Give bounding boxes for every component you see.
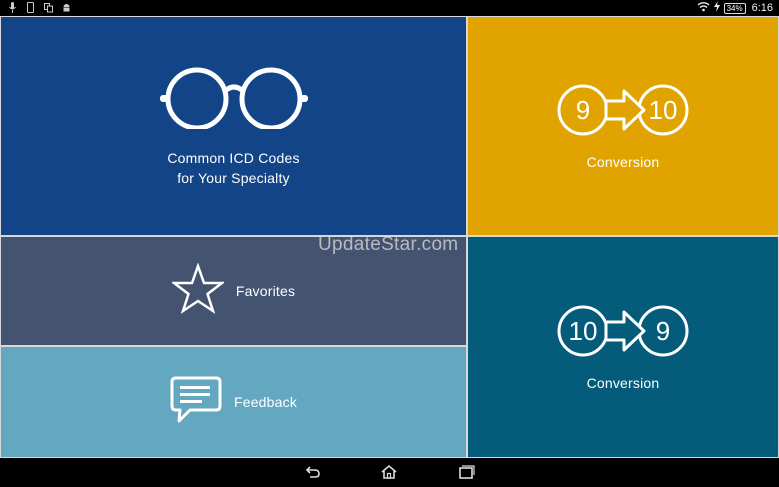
tile-conversion-10-to-9[interactable]: 10 9 Conversion xyxy=(468,237,778,457)
chat-bubble-icon xyxy=(170,375,222,430)
tile-grid: Common ICD Codes for Your Specialty 9 10… xyxy=(0,16,779,458)
conv-from-number: 10 xyxy=(569,316,598,346)
battery-indicator: 34% xyxy=(723,2,746,14)
favorites-label: Favorites xyxy=(235,283,296,299)
tile-favorites[interactable]: Favorites xyxy=(1,237,466,345)
navigation-bar xyxy=(0,458,779,487)
tile-common-icd-codes[interactable]: Common ICD Codes for Your Specialty xyxy=(1,17,466,235)
recents-icon[interactable] xyxy=(457,464,475,480)
icd-label-line1: Common ICD Codes xyxy=(167,149,300,166)
convert-10-to-9-icon: 10 9 xyxy=(556,302,690,365)
conv-to-number: 10 xyxy=(649,95,678,125)
phone-icon xyxy=(26,2,35,13)
back-icon[interactable] xyxy=(304,464,322,480)
system-indicators: 34% 6:16 xyxy=(697,1,773,15)
icd-label: Common ICD Codes for Your Specialty xyxy=(167,148,299,188)
conversion-10-9-label: Conversion xyxy=(586,374,660,391)
star-icon xyxy=(170,261,226,320)
tile-conversion-9-to-10[interactable]: 9 10 Conversion xyxy=(468,17,778,235)
conversion-9-10-label: Conversion xyxy=(586,153,660,170)
icd-label-line2: for Your Specialty xyxy=(177,169,290,186)
home-icon[interactable] xyxy=(380,464,398,480)
convert-9-to-10-icon: 9 10 xyxy=(556,81,690,144)
clock: 6:16 xyxy=(751,2,773,14)
feedback-label: Feedback xyxy=(233,394,298,410)
conv-to-number: 9 xyxy=(656,316,670,346)
charging-icon xyxy=(713,1,720,15)
notification-icons xyxy=(8,2,71,13)
glasses-icon xyxy=(159,65,309,134)
wifi-icon xyxy=(697,1,710,15)
conv-from-number: 9 xyxy=(576,95,590,125)
copy-icon xyxy=(44,2,53,13)
microphone-icon xyxy=(8,2,17,13)
status-bar: 34% 6:16 xyxy=(0,0,779,16)
android-icon xyxy=(62,2,71,13)
tile-feedback[interactable]: Feedback xyxy=(1,347,466,457)
